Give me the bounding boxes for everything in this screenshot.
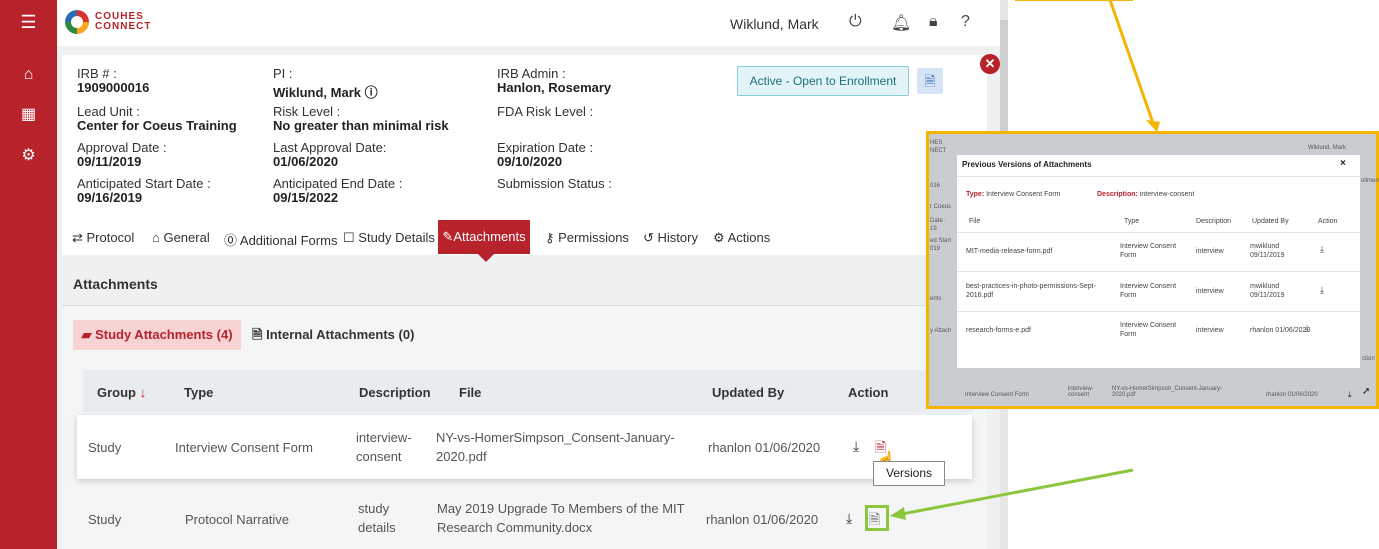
divider (957, 311, 1360, 312)
bg-row-file: NY-vs-HomerSimpson_Consent-January- 2020.… (1112, 386, 1223, 398)
modal-row3-file[interactable]: research-forms-e.pdf (966, 326, 1031, 335)
modal-row1-file[interactable]: MIT-media-release-form.pdf (966, 247, 1052, 256)
modal-description: Description: interview-consent (1097, 191, 1195, 198)
modal-row2-desc: interview (1196, 288, 1224, 295)
modal-row1-updated: mwiklund 09/11/2019 (1250, 243, 1285, 259)
green-arrow-head (890, 507, 906, 520)
bg-logo-2: NECT (930, 148, 947, 154)
bg-logo-1: HES (930, 140, 943, 146)
modal-type: Type: Interview Consent Form (966, 191, 1061, 198)
modal-col-updated-by: Updated By (1252, 218, 1289, 225)
modal-row1-desc: interview (1196, 248, 1224, 255)
bg-frag-9: ction (1362, 356, 1375, 362)
bg-frag-8: y Attach (930, 328, 952, 334)
mouse-cursor-icon: ➚ (1362, 386, 1371, 397)
bg-row-desc: interview-consent (1068, 386, 1094, 398)
modal-col-description: Description (1196, 218, 1232, 225)
bg-row-updated: rhanlon 01/06/2020 (1266, 392, 1318, 398)
bg-frag-1: 016 (930, 183, 941, 189)
modal-row2-type: Interview Consent Form (1120, 283, 1177, 299)
bg-frag-2: r Coeus (930, 204, 952, 210)
green-arrow-line (901, 468, 1134, 516)
modal-row1-type: Interview Consent Form (1120, 243, 1177, 259)
bg-frag-10: ollment (1361, 178, 1379, 184)
modal-row3-desc: interview (1196, 327, 1224, 334)
modal-title: Previous Versions of Attachments (962, 160, 1092, 169)
modal-row2-updated: mwiklund 09/11/2019 (1250, 283, 1285, 299)
modal-col-file: File (969, 218, 981, 225)
bg-frag-7: ents (930, 296, 942, 302)
bg-frag-3: Date : (930, 218, 947, 224)
modal-row3-type: Interview Consent Form (1120, 322, 1177, 338)
download-icon[interactable]: ⤓ (1320, 245, 1324, 254)
bg-frag-4: 19 (930, 226, 937, 232)
bg-row-type: Interview Consent Form (965, 392, 1029, 398)
download-icon[interactable]: ⤓ (1305, 324, 1309, 333)
bg-frag-6: 019 (930, 246, 941, 252)
divider (957, 232, 1360, 233)
divider (957, 271, 1360, 272)
bg-user: Wiklund, Mark (1308, 145, 1347, 151)
modal-row2-file[interactable]: best-practices-in-photo-permissions-Sept… (966, 282, 1096, 300)
modal-col-type: Type (1124, 218, 1140, 225)
modal-close-button[interactable]: × (1340, 158, 1346, 169)
bg-frag-5: ed Start (930, 238, 952, 244)
modal-row3-updated: rhanlon 01/06/2020 (1250, 327, 1311, 334)
yellow-arrow-line (1108, 0, 1155, 124)
divider (957, 176, 1360, 177)
modal-col-action: Action (1318, 218, 1338, 225)
download-icon[interactable]: ⤓ (1348, 390, 1352, 400)
download-icon[interactable]: ⤓ (1320, 286, 1324, 295)
